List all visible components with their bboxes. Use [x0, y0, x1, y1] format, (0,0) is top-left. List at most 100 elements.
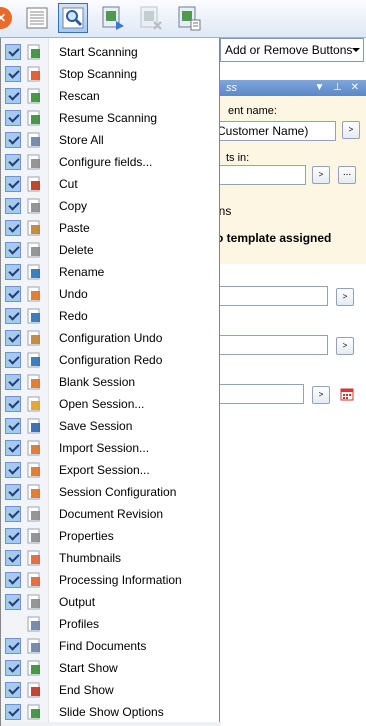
- checkbox-checked-icon[interactable]: [5, 418, 21, 434]
- configuration-undo-icon: [27, 330, 40, 346]
- menu-item-delete[interactable]: Delete: [1, 239, 219, 261]
- checkbox-checked-icon[interactable]: [5, 132, 21, 148]
- menu-item-profiles[interactable]: Profiles: [1, 613, 219, 635]
- checkbox-checked-icon[interactable]: [5, 528, 21, 544]
- checkbox-checked-icon[interactable]: [5, 66, 21, 82]
- checkbox-checked-icon[interactable]: [5, 374, 21, 390]
- menu-item-end-show[interactable]: End Show: [1, 679, 219, 701]
- checkbox-checked-icon[interactable]: [5, 110, 21, 126]
- menu-item-stop-scanning[interactable]: Stop Scanning: [1, 63, 219, 85]
- cut-icon: [27, 176, 40, 192]
- menu-item-properties[interactable]: Properties: [1, 525, 219, 547]
- menu-item-document-revision[interactable]: Document Revision: [1, 503, 219, 525]
- checkbox-checked-icon[interactable]: [5, 220, 21, 236]
- menu-item-label: Open Session...: [59, 397, 145, 411]
- stop-scanning-icon: [27, 66, 40, 82]
- menu-item-slide-show-options[interactable]: Slide Show Options: [1, 701, 219, 723]
- checkbox-checked-icon[interactable]: [5, 440, 21, 456]
- checkbox-checked-icon[interactable]: [5, 462, 21, 478]
- menu-item-configure-fields[interactable]: Configure fields...: [1, 151, 219, 173]
- checkbox-checked-icon[interactable]: [5, 330, 21, 346]
- option-field-1[interactable]: [212, 286, 328, 306]
- option-field-2[interactable]: [212, 335, 328, 355]
- menu-item-start-scanning[interactable]: Start Scanning: [1, 41, 219, 63]
- menu-item-rescan[interactable]: Rescan: [1, 85, 219, 107]
- option-go-button-2[interactable]: >: [336, 337, 354, 355]
- menu-item-copy[interactable]: Copy: [1, 195, 219, 217]
- checkbox-checked-icon[interactable]: [5, 484, 21, 500]
- menu-item-paste[interactable]: Paste: [1, 217, 219, 239]
- option-go-button-3[interactable]: >: [312, 386, 330, 404]
- checkbox-checked-icon[interactable]: [5, 308, 21, 324]
- puts-in-go-button[interactable]: >: [312, 166, 330, 184]
- menu-item-resume-scanning[interactable]: Resume Scanning: [1, 107, 219, 129]
- menu-item-label: End Show: [59, 683, 114, 697]
- start-show-toolbar-button[interactable]: [98, 3, 128, 33]
- checkbox-checked-icon[interactable]: [5, 198, 21, 214]
- end-show-toolbar-button[interactable]: [136, 3, 166, 33]
- stop-scanning-icon: ✕: [0, 7, 12, 29]
- document-name-label: ent name:: [228, 105, 277, 117]
- open-session-icon: [27, 396, 40, 412]
- processing-information-icon: [27, 572, 40, 588]
- menu-item-store-all[interactable]: Store All: [1, 129, 219, 151]
- menu-item-export-session[interactable]: Export Session...: [1, 459, 219, 481]
- checkbox-checked-icon[interactable]: [5, 176, 21, 192]
- menu-item-blank-session[interactable]: Blank Session: [1, 371, 219, 393]
- checkbox-checked-icon[interactable]: [5, 396, 21, 412]
- menu-item-label: Export Session...: [59, 463, 150, 477]
- menu-item-configuration-redo[interactable]: Configuration Redo: [1, 349, 219, 371]
- stop-scanning-toolbar-button[interactable]: ✕: [0, 3, 16, 33]
- menu-item-cut[interactable]: Cut: [1, 173, 219, 195]
- checkbox-checked-icon[interactable]: [5, 638, 21, 654]
- option-go-button-1[interactable]: >: [336, 288, 354, 306]
- menu-item-label: Configuration Redo: [59, 353, 163, 367]
- menu-item-output[interactable]: Output: [1, 591, 219, 613]
- document-name-go-button[interactable]: >: [342, 121, 360, 139]
- menu-item-redo[interactable]: Redo: [1, 305, 219, 327]
- menu-item-label: Copy: [59, 199, 88, 213]
- puts-in-field[interactable]: [212, 165, 306, 185]
- menu-item-start-show[interactable]: Start Show: [1, 657, 219, 679]
- menu-item-save-session[interactable]: Save Session: [1, 415, 219, 437]
- document-name-field[interactable]: Customer Name): [212, 121, 336, 141]
- checkbox-checked-icon[interactable]: [5, 506, 21, 522]
- panel-caption-controls[interactable]: ▼ ⊥ ✕: [314, 80, 362, 96]
- checkbox-checked-icon[interactable]: [5, 550, 21, 566]
- menu-item-configuration-undo[interactable]: Configuration Undo: [1, 327, 219, 349]
- menu-item-label: Configure fields...: [59, 155, 153, 169]
- checkbox-checked-icon[interactable]: [5, 88, 21, 104]
- chevron-down-icon: [352, 48, 360, 52]
- slide-show-options-toolbar-button[interactable]: [174, 3, 204, 33]
- menu-item-thumbnails[interactable]: Thumbnails: [1, 547, 219, 569]
- checkbox-checked-icon[interactable]: [5, 352, 21, 368]
- menu-item-open-session[interactable]: Open Session...: [1, 393, 219, 415]
- checkbox-checked-icon[interactable]: [5, 572, 21, 588]
- menu-item-session-configuration[interactable]: Session Configuration: [1, 481, 219, 503]
- option-field-3[interactable]: [212, 384, 304, 404]
- checkbox-checked-icon[interactable]: [5, 704, 21, 720]
- menu-item-rename[interactable]: Rename: [1, 261, 219, 283]
- checkbox-checked-icon[interactable]: [5, 286, 21, 302]
- menu-item-import-session[interactable]: Import Session...: [1, 437, 219, 459]
- checkbox-checked-icon[interactable]: [5, 264, 21, 280]
- paste-icon: [27, 220, 40, 236]
- add-or-remove-buttons[interactable]: Add or Remove Buttons: [220, 38, 364, 62]
- document-list-toolbar-button[interactable]: [22, 3, 52, 33]
- start-show-icon: [27, 660, 40, 676]
- calendar-icon[interactable]: [340, 387, 354, 404]
- magnifier-icon: [62, 7, 84, 29]
- menu-item-find-documents[interactable]: Find Documents: [1, 635, 219, 657]
- menu-item-processing-information[interactable]: Processing Information: [1, 569, 219, 591]
- checkbox-checked-icon[interactable]: [5, 682, 21, 698]
- checkbox-checked-icon[interactable]: [5, 660, 21, 676]
- browse-button[interactable]: ...: [338, 166, 356, 184]
- checkbox-checked-icon[interactable]: [5, 594, 21, 610]
- checkbox-checked-icon[interactable]: [5, 44, 21, 60]
- checkbox-checked-icon[interactable]: [5, 154, 21, 170]
- slide-show-icon: [178, 6, 201, 31]
- checkbox-checked-icon[interactable]: [5, 242, 21, 258]
- menu-item-undo[interactable]: Undo: [1, 283, 219, 305]
- puts-in-label: ts in:: [226, 152, 250, 164]
- find-documents-toolbar-button[interactable]: [58, 3, 88, 33]
